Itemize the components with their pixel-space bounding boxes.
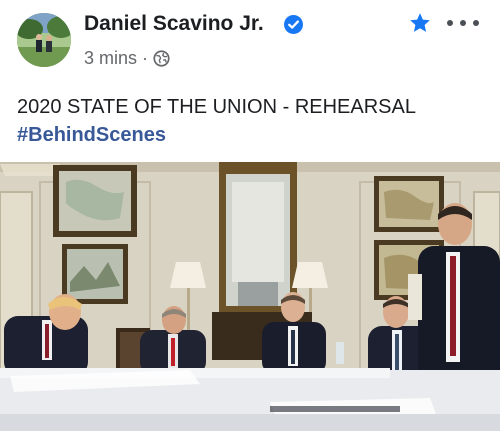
verified-badge-icon [284,15,303,34]
star-icon[interactable] [408,11,432,35]
post-header: Daniel Scavino Jr. 3 mins · [0,0,500,80]
hashtag-link[interactable]: #BehindScenes [17,121,487,149]
post-photo[interactable] [0,162,500,431]
globe-icon[interactable] [153,49,170,67]
author-name[interactable]: Daniel Scavino Jr. [84,12,264,36]
timestamp[interactable]: 3 mins [84,48,137,69]
more-options-button[interactable] [447,13,479,33]
avatar[interactable] [17,13,71,67]
post-body-text: 2020 STATE OF THE UNION - REHEARSAL [17,96,416,118]
post-meta: 3 mins · [84,47,170,69]
rehearsal-photo-image [0,162,500,431]
post-text: 2020 STATE OF THE UNION - REHEARSAL #Beh… [17,93,487,149]
more-dots-icon [447,20,453,26]
meta-separator: · [142,47,149,68]
avatar-image [17,13,71,67]
